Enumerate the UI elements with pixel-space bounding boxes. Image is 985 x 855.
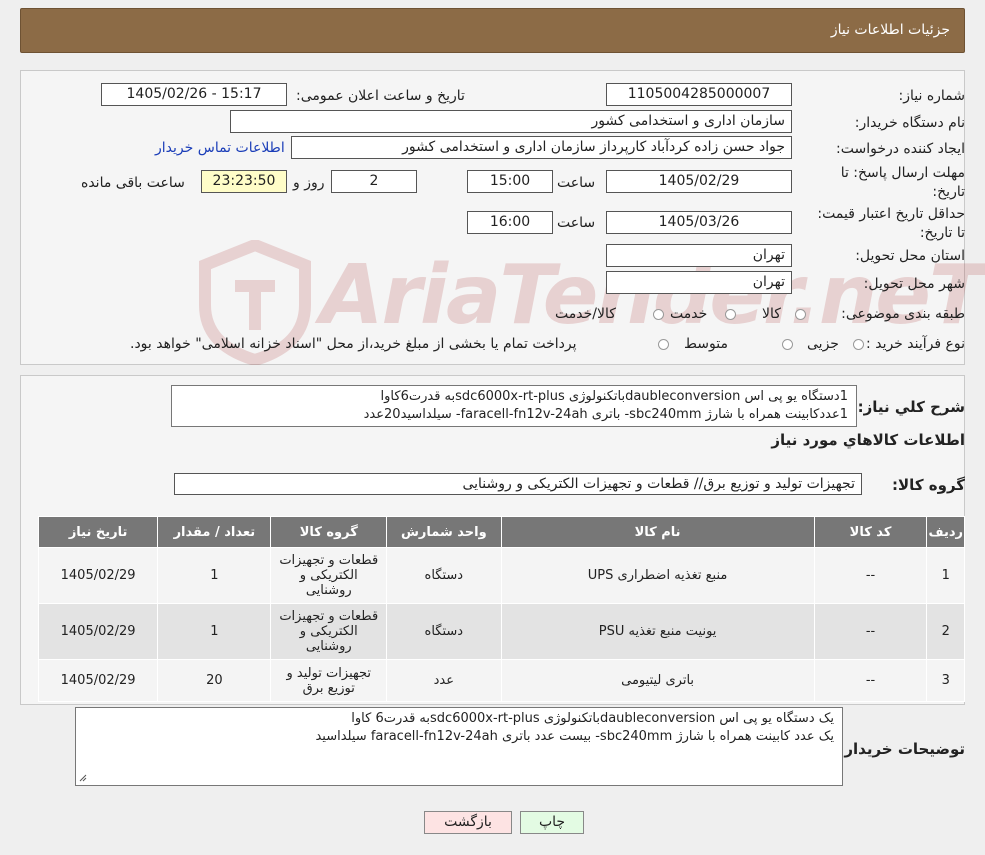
- col-date: تاریخ نیاز: [37, 516, 159, 548]
- category-option-goods: کالا: [762, 306, 781, 322]
- process-radio-treasury[interactable]: [658, 339, 669, 350]
- cell-code: --: [813, 603, 928, 660]
- remaining-time-field: 23:23:50: [201, 170, 287, 193]
- cell-group: قطعات و تجهیزات الکتریکی و روشنایی: [270, 603, 388, 660]
- col-unit: واحد شمارش: [386, 516, 502, 548]
- need-number-label: شماره نیاز:: [898, 88, 966, 104]
- resize-handle-icon[interactable]: [79, 774, 87, 782]
- process-label: نوع فرآیند خرید :: [866, 336, 965, 352]
- cell-name: منبع تغذیه اضطراری UPS: [500, 547, 815, 604]
- city-label: شهر محل تحویل:: [863, 276, 965, 292]
- process-radio-minor[interactable]: [853, 339, 864, 350]
- category-radio-service[interactable]: [725, 309, 736, 320]
- validity-date-field: 1405/03/26: [606, 211, 792, 234]
- cell-group: تجهیزات تولید و توزیع برق: [270, 659, 388, 702]
- announce-label: تاریخ و ساعت اعلان عمومی:: [296, 88, 465, 104]
- cell-unit: دستگاه: [386, 547, 502, 604]
- province-label: استان محل تحویل:: [855, 248, 965, 264]
- announce-field: 1405/02/26 - 15:17: [101, 83, 287, 106]
- cell-row: 2: [926, 603, 965, 660]
- buyer-org-field: سازمان اداری و استخدامی کشور: [230, 110, 792, 133]
- cell-group: قطعات و تجهیزات الکتریکی و روشنایی: [270, 547, 388, 604]
- cell-code: --: [813, 659, 928, 702]
- col-row: ردیف: [926, 516, 965, 548]
- buyer-notes-textarea[interactable]: یک دستگاه یو پی اس daubleconversionباتکن…: [75, 707, 843, 786]
- summary-line-1: 1دستگاه یو پی اس daubleconversionباتکنول…: [380, 389, 848, 404]
- print-button[interactable]: چاپ: [520, 811, 584, 834]
- summary-line-2: 1عددکابینت همراه با شارژ sbc240mm- باتری…: [363, 407, 848, 422]
- cell-date: 1405/02/29: [37, 659, 159, 702]
- category-radio-goods-service[interactable]: [653, 309, 664, 320]
- cell-code: --: [813, 547, 928, 604]
- cell-date: 1405/02/29: [37, 547, 159, 604]
- cell-qty: 1: [157, 603, 272, 660]
- col-name: نام کالا: [500, 516, 815, 548]
- process-option-medium: متوسط: [684, 336, 728, 352]
- buyer-notes-line-2: یک عدد کابینت همراه با شارژ sbc240mm- بی…: [315, 729, 834, 744]
- process-option-minor: جزیی: [807, 336, 839, 352]
- cell-unit: عدد: [386, 659, 502, 702]
- process-radio-medium[interactable]: [782, 339, 793, 350]
- table-row: 2 -- یونیت منبع تغذیه PSU دستگاه قطعات و…: [37, 603, 965, 660]
- reply-time-field: 15:00: [467, 170, 553, 193]
- cell-qty: 20: [157, 659, 272, 702]
- process-note: پرداخت تمام یا بخشی از مبلغ خرید،از محل …: [130, 336, 577, 352]
- cell-qty: 1: [157, 547, 272, 604]
- buyer-notes-label: توضیحات خریدار:: [838, 740, 965, 758]
- days-field: 2: [331, 170, 417, 193]
- validity-time-label: ساعت: [557, 215, 596, 231]
- goods-table-wrapper: ردیف کد کالا نام کالا واحد شمارش گروه کا…: [37, 516, 965, 702]
- city-field: تهران: [606, 271, 792, 294]
- category-option-goods-service: کالا/خدمت: [555, 306, 616, 322]
- category-radio-goods[interactable]: [795, 309, 806, 320]
- category-label: طبقه بندی موضوعی:: [841, 306, 965, 322]
- table-row: 1 -- منبع تغذیه اضطراری UPS دستگاه قطعات…: [37, 547, 965, 604]
- price-validity-label: حداقل تاریخ اعتبار قیمت: تا تاریخ:: [817, 206, 965, 241]
- back-button[interactable]: بازگشت: [424, 811, 512, 834]
- cell-date: 1405/02/29: [37, 603, 159, 660]
- requester-field: جواد حسن زاده کردآباد کارپرداز سازمان اد…: [291, 136, 792, 159]
- remaining-label: ساعت باقی مانده: [81, 175, 185, 191]
- buyer-org-label: نام دستگاه خریدار:: [854, 115, 965, 131]
- requester-label: ایجاد کننده درخواست:: [836, 141, 965, 157]
- col-group: گروه کالا: [270, 516, 388, 548]
- reply-deadline-label: مهلت ارسال پاسخ: تا تاریخ:: [840, 165, 965, 200]
- validity-time-field: 16:00: [467, 211, 553, 234]
- reply-date-field: 1405/02/29: [606, 170, 792, 193]
- cell-row: 3: [926, 659, 965, 702]
- table-row: 3 -- باتری لیتیومی عدد تجهیزات تولید و ت…: [37, 659, 965, 702]
- summary-textarea[interactable]: 1دستگاه یو پی اس daubleconversionباتکنول…: [171, 385, 857, 427]
- buyer-notes-line-1: یک دستگاه یو پی اس daubleconversionباتکن…: [351, 711, 834, 726]
- cell-row: 1: [926, 547, 965, 604]
- cell-name: باتری لیتیومی: [500, 659, 815, 702]
- goods-table: ردیف کد کالا نام کالا واحد شمارش گروه کا…: [37, 516, 965, 702]
- cell-name: یونیت منبع تغذیه PSU: [500, 603, 815, 660]
- goods-table-header: ردیف کد کالا نام کالا واحد شمارش گروه کا…: [37, 516, 965, 548]
- need-number-field: 1105004285000007: [606, 83, 792, 106]
- goods-section-title: اطلاعات کالاهاي مورد نياز: [771, 431, 965, 449]
- province-field: تهران: [606, 244, 792, 267]
- summary-label: شرح کلي نياز:: [857, 398, 965, 416]
- goods-group-label: گروه کالا:: [892, 476, 965, 494]
- page-title: جزئیات اطلاعات نیاز: [830, 22, 950, 38]
- buyer-contact-link[interactable]: اطلاعات تماس خریدار: [155, 140, 285, 156]
- goods-group-field: تجهیزات تولید و توزیع برق// قطعات و تجهی…: [174, 473, 862, 495]
- category-option-service: خدمت: [670, 306, 708, 322]
- col-qty: تعداد / مقدار: [157, 516, 272, 548]
- page-header: جزئیات اطلاعات نیاز: [20, 8, 965, 53]
- reply-time-label: ساعت: [557, 175, 596, 191]
- cell-unit: دستگاه: [386, 603, 502, 660]
- col-code: کد کالا: [813, 516, 928, 548]
- days-label: روز و: [293, 175, 325, 191]
